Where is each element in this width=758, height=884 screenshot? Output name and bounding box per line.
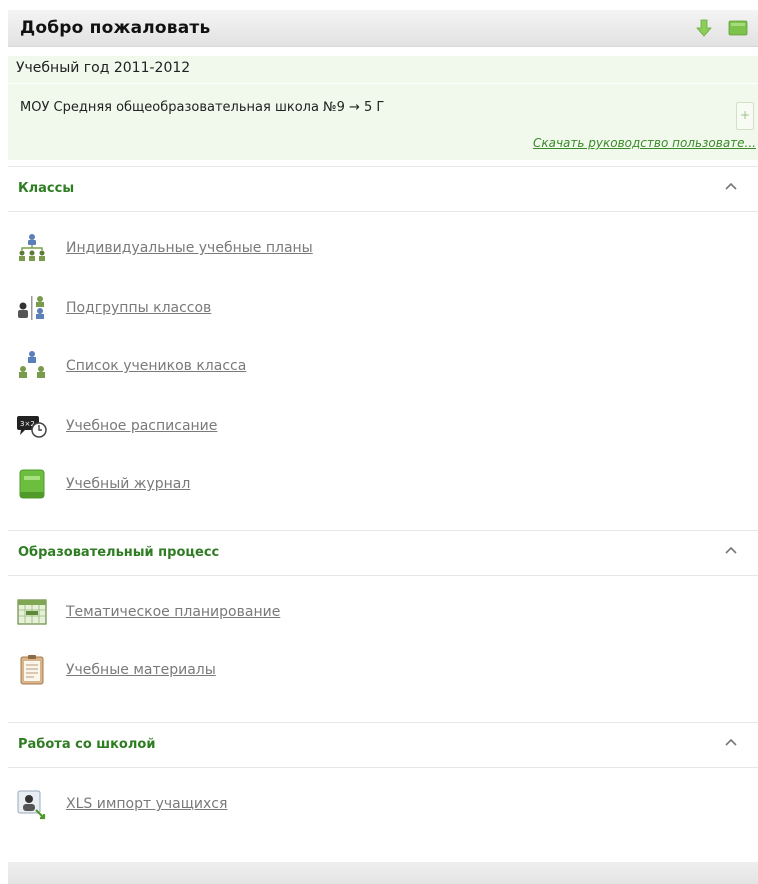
page-title: Добро пожаловать: [20, 18, 211, 38]
menu-item-label[interactable]: Индивидуальные учебные планы: [66, 240, 313, 256]
section-header-classes[interactable]: Классы: [8, 166, 758, 212]
notepad-icon: [20, 655, 44, 685]
chevron-up-icon[interactable]: [724, 543, 738, 557]
menu-item-schedule[interactable]: 3×2 Учебное расписание: [16, 410, 516, 444]
section-title: Работа со школой: [18, 737, 156, 752]
menu-item-label[interactable]: Учебный журнал: [66, 476, 190, 492]
section-header-school-work[interactable]: Работа со школой: [8, 722, 758, 768]
green-square-icon[interactable]: [728, 18, 748, 38]
students-list-icon: [19, 351, 45, 378]
footer-bar: [8, 862, 758, 884]
menu-item-label[interactable]: XLS импорт учащихся: [66, 796, 227, 812]
section-title: Классы: [18, 181, 75, 196]
menu-item-label[interactable]: Список учеников класса: [66, 358, 246, 374]
school-info-panel: Учебный год 2011-2012 МОУ Средняя общеоб…: [8, 56, 758, 160]
org-chart-icon: [19, 234, 45, 261]
menu-item-materials[interactable]: Учебные материалы: [16, 654, 516, 688]
menu-item-label[interactable]: Подгруппы классов: [66, 300, 211, 316]
download-manual-link[interactable]: Скачать руководство пользовате...: [533, 136, 756, 150]
menu-item-label[interactable]: Тематическое планирование: [66, 604, 280, 620]
menu-item-label[interactable]: Учебные материалы: [66, 662, 216, 678]
menu-item-xls-import[interactable]: XLS импорт учащихся: [16, 788, 516, 822]
divider: [8, 83, 758, 84]
green-journal-icon: [19, 469, 45, 499]
menu-item-label[interactable]: Учебное расписание: [66, 418, 217, 434]
calendar-plan-icon: [17, 599, 47, 625]
chevron-up-icon[interactable]: [724, 735, 738, 749]
welcome-header: Добро пожаловать: [8, 10, 758, 47]
schedule-clock-icon: 3×2: [17, 416, 47, 438]
chevron-up-icon[interactable]: [724, 179, 738, 193]
school-class-path: МОУ Средняя общеобразовательная школа №9…: [20, 100, 385, 115]
expand-button[interactable]: +: [736, 102, 754, 130]
subgroups-icon: [18, 296, 44, 320]
menu-item-individual-plans[interactable]: Индивидуальные учебные планы: [16, 232, 516, 266]
section-header-education-process[interactable]: Образовательный процесс: [8, 530, 758, 576]
school-year: Учебный год 2011-2012: [16, 60, 191, 76]
menu-item-subgroups[interactable]: Подгруппы классов: [16, 292, 516, 326]
user-import-icon: [17, 790, 46, 820]
menu-item-students-list[interactable]: Список учеников класса: [16, 350, 516, 384]
arrow-down-icon[interactable]: [694, 18, 714, 38]
section-title: Образовательный процесс: [18, 545, 220, 560]
menu-item-journal[interactable]: Учебный журнал: [16, 468, 516, 502]
menu-item-thematic-planning[interactable]: Тематическое планирование: [16, 596, 516, 630]
